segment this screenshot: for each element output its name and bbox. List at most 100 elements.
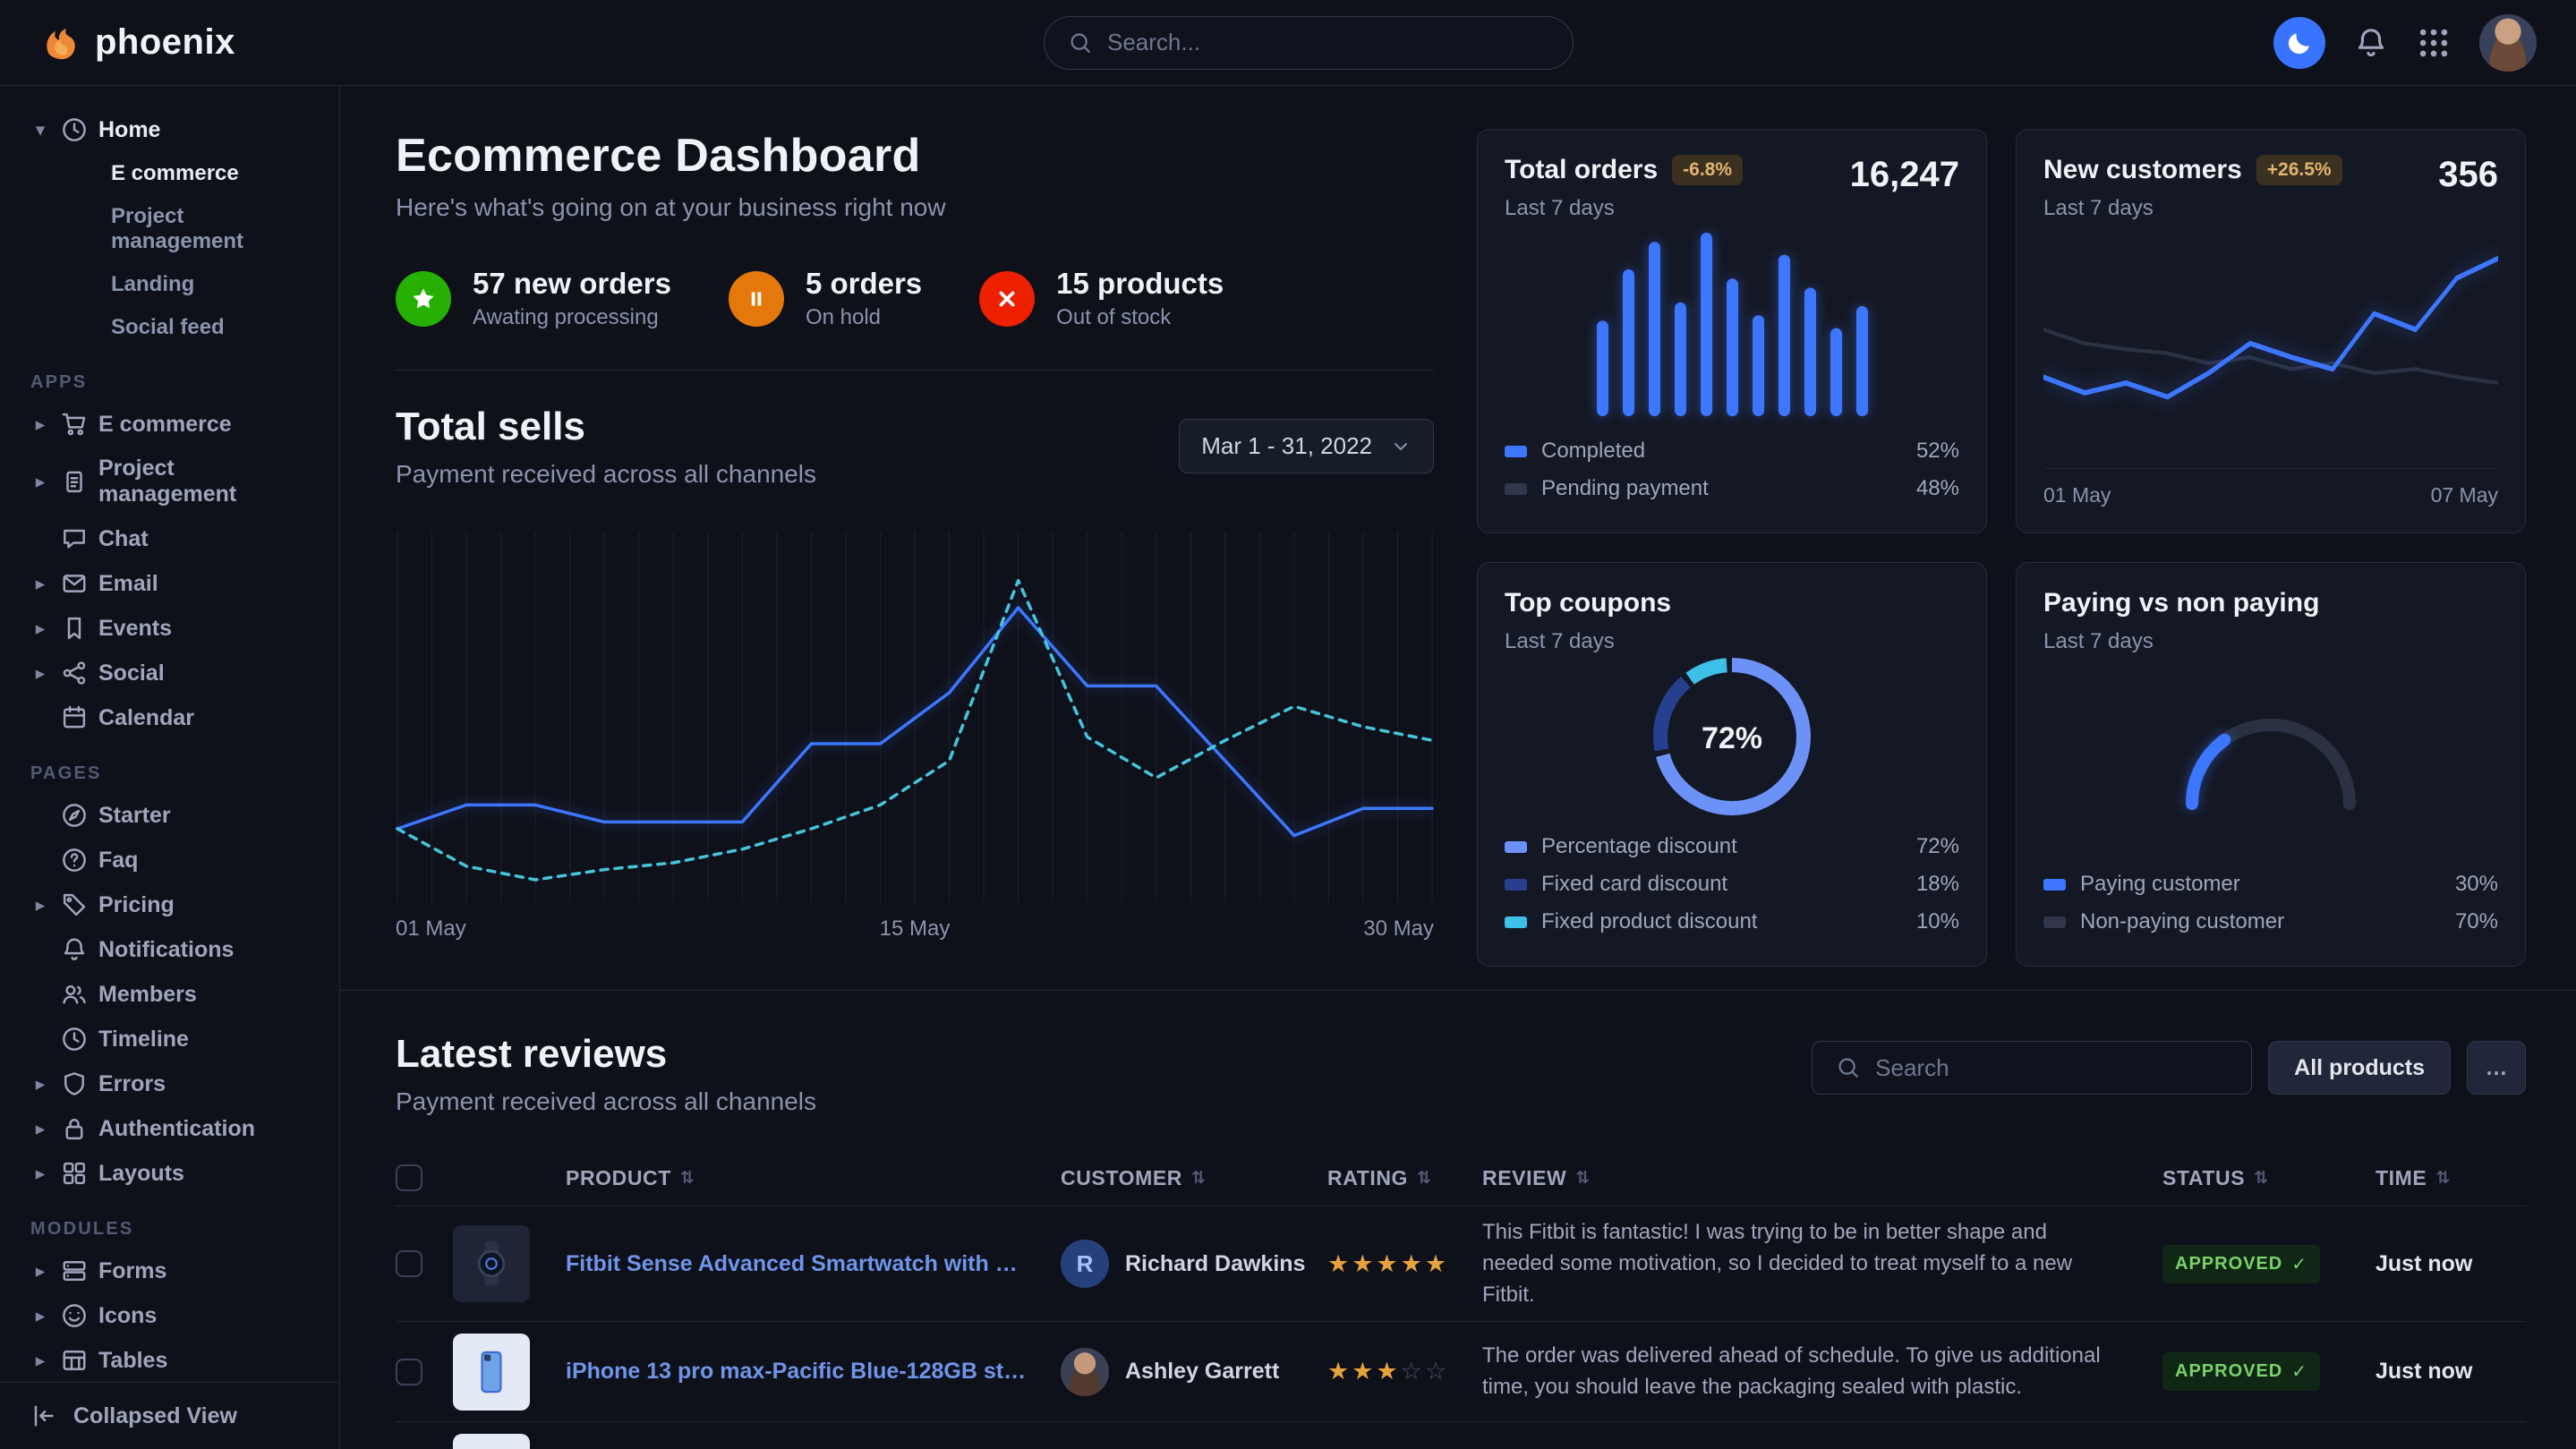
status-badge: APPROVED ✓ <box>2162 1245 2320 1283</box>
sidebar-item-errors[interactable]: ▸Errors <box>21 1061 318 1106</box>
sort-icon: ⇅ <box>2435 1168 2451 1189</box>
sidebar-item-tables[interactable]: ▸Tables <box>21 1338 318 1382</box>
product-link[interactable]: iPhone 13 pro max-Pacific Blue-128GB sto… <box>566 1359 1053 1385</box>
sidebar-item-e-commerce[interactable]: ▸ E commerce <box>21 402 318 447</box>
users-icon <box>61 981 88 1008</box>
all-products-button[interactable]: All products <box>2268 1041 2451 1095</box>
search-input[interactable] <box>1107 29 1549 56</box>
sidebar-section-modules: MODULES <box>30 1219 309 1240</box>
sidebar-item-e-commerce[interactable]: E commerce <box>21 152 318 195</box>
card-period: Last 7 days <box>2043 629 2319 654</box>
sidebar-item-project-management[interactable]: Project management <box>21 195 318 263</box>
search-icon <box>1836 1055 1861 1080</box>
caret-right-icon: ▸ <box>30 1073 50 1095</box>
legend-label: Percentage discount <box>1541 834 1737 859</box>
sidebar-item-social[interactable]: ▸Social <box>21 651 318 695</box>
sidebar-item-pricing[interactable]: ▸Pricing <box>21 882 318 927</box>
paying-legend: Paying customer30%Non-paying customer70% <box>2043 865 2498 941</box>
sidebar-item-starter[interactable]: Starter <box>21 793 318 838</box>
reviews-search[interactable] <box>1812 1041 2252 1095</box>
bell-icon <box>2354 26 2388 60</box>
select-all-checkbox[interactable] <box>396 1164 422 1191</box>
column-header-time[interactable]: TIME⇅ <box>2376 1166 2526 1190</box>
total-sells-chart <box>396 526 1434 902</box>
column-header-rating[interactable]: RATING⇅ <box>1327 1166 1475 1190</box>
theme-toggle-button[interactable] <box>2273 17 2325 69</box>
sidebar-home-children: E commerceProject managementLandingSocia… <box>21 152 318 349</box>
column-header-product[interactable]: PRODUCT⇅ <box>566 1166 1053 1190</box>
notifications-button[interactable] <box>2354 26 2388 60</box>
envelope-icon <box>61 570 88 597</box>
row-checkbox[interactable] <box>396 1250 422 1277</box>
legend-label: Pending payment <box>1541 476 1709 501</box>
orders-legend: Completed52%Pending payment48% <box>1505 432 1959 507</box>
sidebar-item-icons[interactable]: ▸Icons <box>21 1293 318 1338</box>
apps-menu-button[interactable] <box>2417 26 2451 60</box>
sidebar-item-email[interactable]: ▸Email <box>21 561 318 606</box>
sidebar-item-social-feed[interactable]: Social feed <box>21 306 318 349</box>
sidebar-item-layouts[interactable]: ▸Layouts <box>21 1151 318 1196</box>
column-header-status[interactable]: STATUS⇅ <box>2162 1166 2368 1190</box>
share-icon <box>61 660 88 686</box>
sidebar-item-label: Forms <box>98 1258 166 1284</box>
sidebar-item-project-management[interactable]: ▸Project management <box>21 447 318 516</box>
global-search[interactable] <box>1044 16 1574 70</box>
stat-caption: Out of stock <box>1056 305 1224 330</box>
sidebar-item-timeline[interactable]: Timeline <box>21 1017 318 1061</box>
customer-cell: RRichard Dawkins <box>1061 1240 1320 1288</box>
sidebar-item-members[interactable]: Members <box>21 972 318 1017</box>
sidebar-section-pages: PAGES <box>30 763 309 784</box>
shield-icon <box>61 1070 88 1097</box>
column-header-customer[interactable]: CUSTOMER⇅ <box>1061 1166 1320 1190</box>
reviews-table: PRODUCT⇅ CUSTOMER⇅ RATING⇅ REVIEW⇅ STATUS⇅ TI… <box>396 1150 2526 1449</box>
status-badge: APPROVED ✓ <box>2162 1352 2320 1391</box>
row-checkbox[interactable] <box>396 1359 422 1385</box>
phoenix-logo-icon <box>39 19 82 66</box>
sidebar-section-apps: APPS <box>30 372 309 393</box>
sidebar-item-label: Calendar <box>98 705 194 731</box>
legend-value: 30% <box>2455 872 2498 897</box>
app-root: phoenix ▾ Home E commerceProject managem… <box>0 0 2576 1449</box>
review-row <box>396 1421 2526 1449</box>
collapse-icon <box>30 1402 57 1429</box>
sidebar-item-label: Chat <box>98 526 149 552</box>
customer-name: Richard Dawkins <box>1125 1251 1305 1277</box>
caret-right-icon: ▸ <box>30 573 50 595</box>
stat-caption: Awating processing <box>473 305 671 330</box>
review-row: Fitbit Sense Advanced Smartwatch with To… <box>396 1206 2526 1321</box>
reviews-search-input[interactable] <box>1875 1054 2228 1082</box>
stat-out-of-stock: 15 productsOut of stock <box>979 267 1224 330</box>
sort-icon: ⇅ <box>1191 1168 1207 1189</box>
reviews-table-header: PRODUCT⇅ CUSTOMER⇅ RATING⇅ REVIEW⇅ STATUS⇅ TI… <box>396 1150 2526 1206</box>
more-options-button[interactable]: … <box>2467 1041 2526 1095</box>
sidebar-item-authentication[interactable]: ▸Authentication <box>21 1106 318 1151</box>
sidebar-item-notifications[interactable]: Notifications <box>21 927 318 972</box>
sidebar-item-faq[interactable]: Faq <box>21 838 318 882</box>
collapsed-view-toggle[interactable]: Collapsed View <box>0 1382 339 1449</box>
sidebar-item-forms[interactable]: ▸Forms <box>21 1249 318 1293</box>
column-header-review[interactable]: REVIEW⇅ <box>1482 1166 2155 1190</box>
reviews-table-body: Fitbit Sense Advanced Smartwatch with To… <box>396 1206 2526 1449</box>
caret-right-icon: ▸ <box>30 413 50 436</box>
stat-value: 57 new orders <box>473 267 671 301</box>
sidebar-item-label: E commerce <box>98 412 232 438</box>
sidebar-item-events[interactable]: ▸Events <box>21 606 318 651</box>
question-icon <box>61 847 88 874</box>
stat-on-hold: 5 ordersOn hold <box>729 267 922 330</box>
sidebar-item-chat[interactable]: Chat <box>21 516 318 561</box>
sidebar-nav: ▾ Home E commerceProject managementLandi… <box>0 86 339 1382</box>
total-sells-header: Total sells Payment received across all … <box>396 405 1434 489</box>
sidebar-item-calendar[interactable]: Calendar <box>21 695 318 740</box>
sidebar: ▾ Home E commerceProject managementLandi… <box>0 86 340 1449</box>
star-icon <box>396 271 451 327</box>
product-link[interactable]: Fitbit Sense Advanced Smartwatch with To… <box>566 1251 1053 1277</box>
rating-stars: ★★★☆☆ <box>1327 1358 1449 1385</box>
user-avatar[interactable] <box>2479 14 2537 72</box>
legend-swatch <box>1505 446 1527 457</box>
reviews-controls: All products … <box>1812 1041 2526 1095</box>
brand[interactable]: phoenix <box>39 19 344 66</box>
date-range-select[interactable]: Mar 1 - 31, 2022 <box>1179 419 1434 473</box>
phone-product-image <box>453 1334 530 1411</box>
sidebar-item-landing[interactable]: Landing <box>21 263 318 306</box>
sidebar-item-home[interactable]: ▾ Home <box>21 107 318 152</box>
